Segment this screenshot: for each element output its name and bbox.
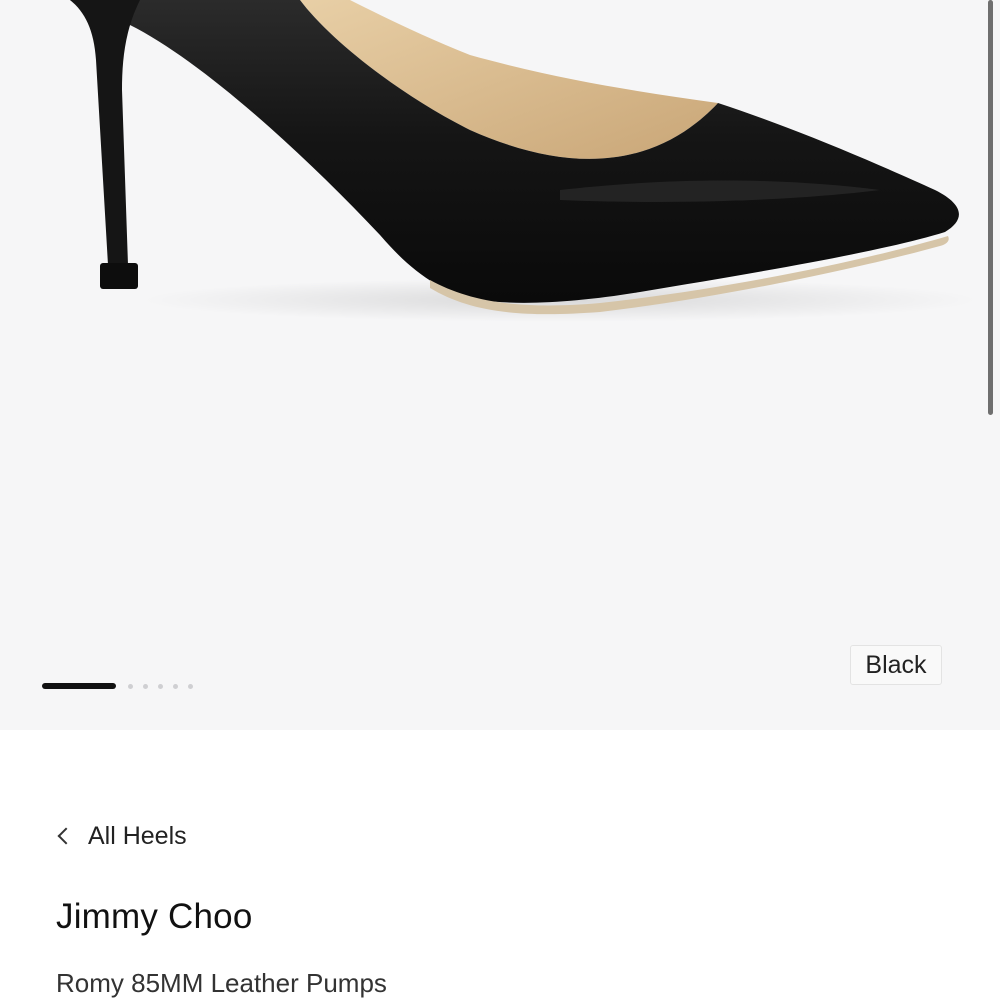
carousel-dot[interactable]	[188, 684, 193, 689]
carousel-dot[interactable]	[158, 684, 163, 689]
carousel-dot[interactable]	[128, 684, 133, 689]
product-image[interactable]	[0, 0, 1000, 730]
color-label: Black	[850, 645, 942, 685]
product-image-gallery[interactable]: Black	[0, 0, 1000, 730]
chevron-left-icon	[57, 827, 75, 845]
carousel-dot[interactable]	[173, 684, 178, 689]
carousel-dot[interactable]	[143, 684, 148, 689]
breadcrumb-label: All Heels	[88, 822, 187, 850]
product-brand[interactable]: Jimmy Choo	[56, 897, 252, 937]
product-name: Romy 85MM Leather Pumps	[56, 968, 387, 998]
carousel-dot-active[interactable]	[42, 683, 116, 689]
scrollbar[interactable]	[988, 0, 993, 415]
breadcrumb-back-link[interactable]: All Heels	[56, 822, 187, 851]
